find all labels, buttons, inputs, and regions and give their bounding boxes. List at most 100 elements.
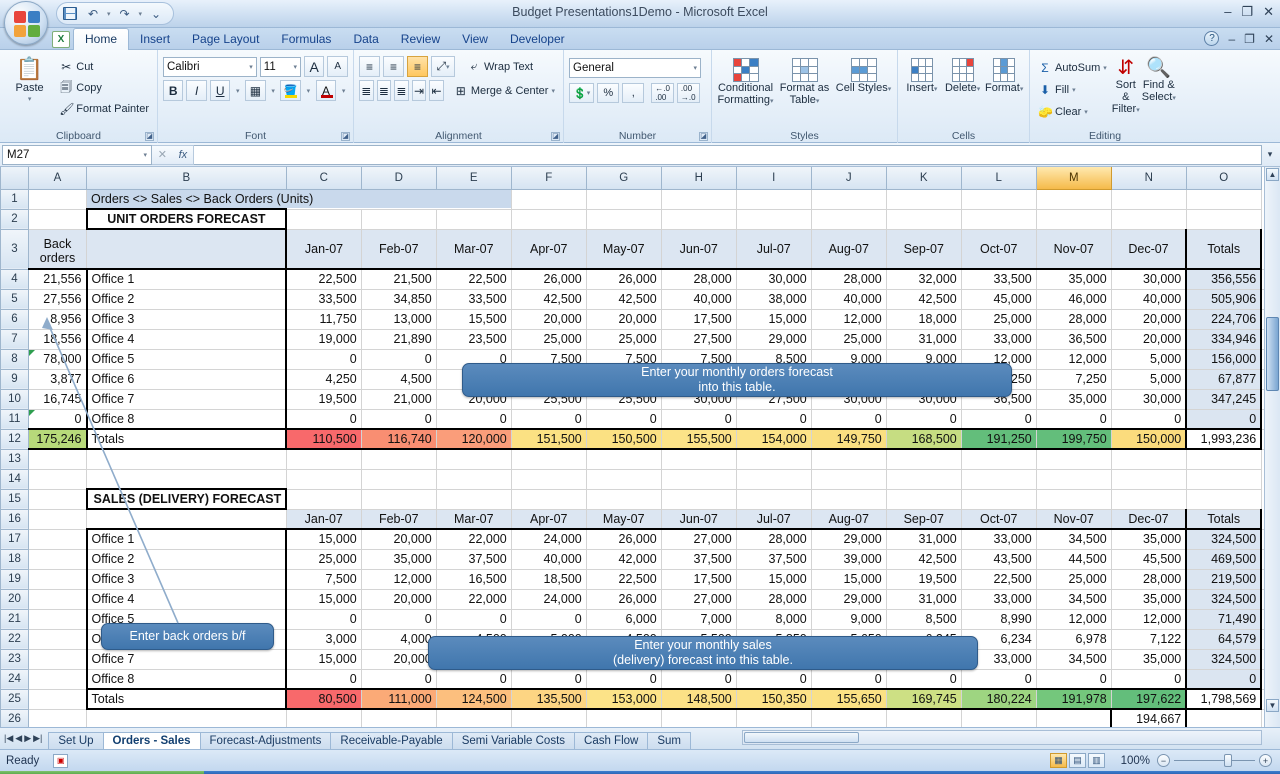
- sales-cell-2-9[interactable]: 22,500: [961, 569, 1037, 590]
- sales-cell-5-10[interactable]: 6,978: [1036, 629, 1112, 650]
- orders-month-header-1[interactable]: Feb-07: [361, 229, 437, 270]
- cell-C14[interactable]: [286, 469, 362, 490]
- number-format-combo[interactable]: General ▾: [569, 58, 701, 78]
- ribbon-minimize-button[interactable]: –: [1228, 32, 1235, 46]
- orders-cell-0-1[interactable]: 21,500: [361, 268, 437, 290]
- paste-button[interactable]: 📋 Paste ▾: [5, 55, 54, 118]
- cell-I26[interactable]: [736, 709, 812, 727]
- row-header-18[interactable]: 18: [0, 548, 29, 570]
- row-header-12[interactable]: 12: [0, 428, 29, 450]
- ribbon-tab-view[interactable]: View: [451, 29, 499, 50]
- align-middle-button[interactable]: ≡: [383, 56, 404, 77]
- sales-cell-2-11[interactable]: 28,000: [1111, 569, 1187, 590]
- orders-office-label-6[interactable]: Office 7: [85, 389, 288, 410]
- orders-row-total-0[interactable]: 356,556: [1185, 268, 1263, 290]
- sales-cell-7-7[interactable]: 0: [811, 669, 887, 690]
- sales-cell-1-3[interactable]: 40,000: [511, 549, 587, 570]
- cell-D13[interactable]: [361, 449, 437, 470]
- sales-totals-label[interactable]: Totals: [85, 688, 288, 710]
- sales-cell-6-11[interactable]: 35,000: [1111, 649, 1187, 670]
- orders-cell-1-3[interactable]: 42,500: [511, 289, 587, 310]
- sheet-tab-forecast-adjustments[interactable]: Forecast-Adjustments: [199, 731, 332, 750]
- cancel-icon[interactable]: ✕: [158, 148, 167, 161]
- orders-cell-2-6[interactable]: 15,000: [736, 309, 812, 330]
- underline-dropdown-icon[interactable]: ▾: [233, 80, 242, 101]
- cell-a21[interactable]: [28, 609, 87, 630]
- cell-G2[interactable]: [586, 209, 662, 230]
- sales-month-header-10[interactable]: Nov-07: [1036, 509, 1112, 530]
- horizontal-scrollbar[interactable]: [742, 730, 1262, 745]
- sales-cell-6-0[interactable]: 15,000: [286, 649, 362, 670]
- orders-cell-0-6[interactable]: 30,000: [736, 268, 812, 290]
- sales-cell-4-2[interactable]: 0: [436, 609, 512, 630]
- orders-cell-4-10[interactable]: 12,000: [1036, 349, 1112, 370]
- orders-month-header-6[interactable]: Jul-07: [736, 229, 812, 270]
- row-header-9[interactable]: 9: [0, 368, 29, 390]
- fill-color-dropdown-icon[interactable]: ▾: [304, 80, 313, 101]
- sales-cell-3-11[interactable]: 35,000: [1111, 589, 1187, 610]
- ribbon-close-button[interactable]: ✕: [1264, 32, 1274, 46]
- cell-B14[interactable]: [86, 469, 287, 490]
- cell-a22[interactable]: [28, 629, 87, 650]
- cell-O2[interactable]: [1186, 209, 1262, 230]
- orders-cell-7-10[interactable]: 0: [1036, 409, 1112, 430]
- sales-cell-6-1[interactable]: 20,000: [361, 649, 437, 670]
- sheet-tab-cash-flow[interactable]: Cash Flow: [574, 731, 649, 750]
- help-icon[interactable]: ?: [1204, 31, 1220, 46]
- cell-F15[interactable]: [511, 489, 587, 510]
- cell-C15[interactable]: [286, 489, 362, 510]
- ribbon-tab-insert[interactable]: Insert: [129, 29, 181, 50]
- orders-cell-2-3[interactable]: 20,000: [511, 309, 587, 330]
- orders-cell-3-9[interactable]: 33,000: [961, 329, 1037, 350]
- orders-total-11[interactable]: 150,000: [1111, 428, 1187, 450]
- sales-cell-0-2[interactable]: 22,000: [436, 528, 512, 550]
- orders-cell-3-5[interactable]: 27,500: [661, 329, 737, 350]
- row-header-8[interactable]: 8: [0, 348, 29, 370]
- orders-office-label-5[interactable]: Office 6: [85, 369, 288, 390]
- orders-cell-2-5[interactable]: 17,500: [661, 309, 737, 330]
- cell-M13[interactable]: [1036, 449, 1112, 470]
- sales-cell-3-5[interactable]: 27,000: [661, 589, 737, 610]
- sales-total-6[interactable]: 150,350: [736, 688, 812, 710]
- sales-month-header-4[interactable]: May-07: [586, 509, 662, 530]
- cell-N2[interactable]: [1111, 209, 1187, 230]
- sales-cell-4-7[interactable]: 9,000: [811, 609, 887, 630]
- sales-month-header-0[interactable]: Jan-07: [286, 509, 362, 530]
- orders-month-header-9[interactable]: Oct-07: [961, 229, 1037, 270]
- sales-cell-0-1[interactable]: 20,000: [361, 528, 437, 550]
- scroll-down-icon[interactable]: ▼: [1266, 699, 1279, 712]
- sales-cell-4-8[interactable]: 8,500: [886, 609, 962, 630]
- back-order-value-5[interactable]: 3,877: [28, 369, 87, 390]
- increase-decimal-button[interactable]: ←.0.00: [651, 83, 674, 103]
- sales-cell-0-0[interactable]: 15,000: [286, 528, 362, 550]
- cell-B13[interactable]: [86, 449, 287, 470]
- back-order-value-2[interactable]: 8,956: [28, 309, 87, 330]
- row-header-5[interactable]: 5: [0, 288, 29, 310]
- cell-K14[interactable]: [886, 469, 962, 490]
- orders-month-header-4[interactable]: May-07: [586, 229, 662, 270]
- borders-button[interactable]: ▦: [245, 80, 266, 101]
- column-header-E[interactable]: E: [435, 167, 512, 190]
- orders-cell-7-5[interactable]: 0: [661, 409, 737, 430]
- bold-button[interactable]: B: [163, 80, 184, 101]
- orders-cell-2-8[interactable]: 18,000: [886, 309, 962, 330]
- orders-totals-header[interactable]: Totals: [1185, 229, 1263, 270]
- sales-row-total-3[interactable]: 324,500: [1185, 589, 1263, 610]
- orders-cell-4-0[interactable]: 0: [286, 349, 362, 370]
- cell-I1[interactable]: [736, 189, 812, 210]
- back-order-value-0[interactable]: 21,556: [28, 268, 87, 290]
- decrease-indent-button[interactable]: ⇥: [411, 80, 427, 101]
- orders-row-total-3[interactable]: 334,946: [1185, 329, 1263, 350]
- orders-cell-6-0[interactable]: 19,500: [286, 389, 362, 410]
- cell-o26[interactable]: [1186, 709, 1262, 727]
- normal-view-icon[interactable]: ▦: [1050, 753, 1067, 768]
- orders-cell-7-9[interactable]: 0: [961, 409, 1037, 430]
- cell-a2[interactable]: [28, 209, 87, 230]
- orders-cell-0-3[interactable]: 26,000: [511, 268, 587, 290]
- sales-cell-2-5[interactable]: 17,500: [661, 569, 737, 590]
- cell-M14[interactable]: [1036, 469, 1112, 490]
- decrease-decimal-button[interactable]: .00 →.0: [676, 83, 700, 103]
- orders-cell-6-10[interactable]: 35,000: [1036, 389, 1112, 410]
- callout-orders-forecast[interactable]: Enter your monthly orders forecast into t…: [462, 363, 1012, 397]
- select-all-corner[interactable]: [0, 167, 29, 190]
